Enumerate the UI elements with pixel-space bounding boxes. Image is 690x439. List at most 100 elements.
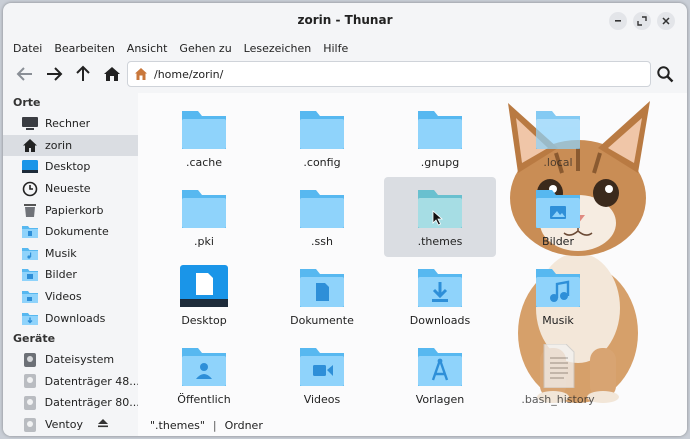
file-item-dokumente[interactable]: Dokumente — [266, 259, 378, 333]
file-item-cache[interactable]: .cache — [148, 101, 260, 175]
maximize-button[interactable] — [633, 12, 651, 30]
file-item-bash-history[interactable]: .bash_history — [502, 338, 614, 412]
folder-videos-icon — [300, 348, 344, 386]
menu-gehen-zu[interactable]: Gehen zu — [179, 42, 231, 55]
title-bar: zorin - Thunar — [3, 3, 687, 37]
sidebar-item-label: zorin — [45, 138, 73, 152]
status-bar: ".themes" | Ordner — [138, 414, 687, 436]
file-item-downloads[interactable]: Downloads — [384, 259, 496, 333]
file-item-label: Videos — [303, 393, 341, 406]
sidebar-item-ventoy[interactable]: Ventoy — [3, 414, 138, 436]
file-item-oeffentlich[interactable]: Öffentlich — [148, 338, 260, 412]
sidebar-item-rechner[interactable]: Rechner — [3, 113, 138, 135]
desktop-icon — [21, 159, 39, 175]
folder-icon — [182, 190, 226, 228]
home-button[interactable] — [100, 62, 124, 86]
up-button[interactable] — [71, 62, 95, 86]
sidebar-item-datentraeger-80[interactable]: Datenträger 80... — [3, 392, 138, 414]
file-item-desktop[interactable]: Desktop — [148, 259, 260, 333]
maximize-icon — [637, 16, 647, 26]
folder-documents-icon — [300, 269, 344, 307]
file-item-label: .cache — [185, 156, 223, 169]
sidebar-item-label: Rechner — [45, 117, 91, 131]
status-selection: ".themes" — [150, 418, 205, 432]
file-item-label: .bash_history — [521, 393, 595, 406]
sidebar-item-musik[interactable]: Musik — [3, 243, 138, 265]
file-item-ssh[interactable]: .ssh — [266, 180, 378, 254]
sidebar-item-label: Bilder — [45, 268, 77, 282]
file-item-label: Bilder — [542, 235, 574, 248]
drive-icon — [21, 373, 39, 389]
sidebar-item-neueste[interactable]: Neueste — [3, 178, 138, 200]
sidebar-item-bilder[interactable]: Bilder — [3, 264, 138, 286]
location-path: /home/zorin/ — [154, 67, 224, 81]
file-item-vorlagen[interactable]: Vorlagen — [384, 338, 496, 412]
minimize-button[interactable] — [609, 12, 627, 30]
sidebar-item-label: Desktop — [45, 160, 91, 174]
devices-header: Geräte — [13, 331, 56, 345]
forward-button[interactable] — [42, 62, 66, 86]
folder-videos-icon — [21, 289, 39, 305]
file-item-label: .config — [303, 156, 341, 169]
location-bar[interactable]: /home/zorin/ — [127, 61, 651, 87]
sidebar-item-zorin[interactable]: zorin — [3, 134, 138, 157]
text-file-icon — [543, 344, 575, 388]
folder-pictures-icon — [536, 190, 580, 228]
toolbar: /home/zorin/ — [3, 59, 687, 91]
sidebar-item-label: Datenträger 48... — [44, 374, 138, 388]
sidebar-item-desktop[interactable]: Desktop — [3, 156, 138, 178]
menu-ansicht[interactable]: Ansicht — [127, 42, 168, 55]
sidebar-item-label: Dokumente — [45, 225, 109, 239]
eject-icon[interactable] — [97, 418, 109, 431]
file-item-config[interactable]: .config — [266, 101, 378, 175]
folder-public-icon — [182, 348, 226, 386]
arrow-right-icon — [47, 67, 63, 81]
file-item-themes[interactable]: .themes — [384, 177, 496, 257]
file-item-label: Vorlagen — [415, 393, 465, 406]
menu-bearbeiten[interactable]: Bearbeiten — [54, 42, 114, 55]
mouse-cursor-icon — [432, 210, 444, 226]
drive-icon — [21, 395, 39, 411]
file-item-local[interactable]: .local — [502, 101, 614, 175]
trash-icon — [21, 202, 39, 218]
sidebar-item-papierkorb[interactable]: Papierkorb — [3, 199, 138, 221]
sidebar-item-dateisystem[interactable]: Dateisystem — [3, 349, 138, 371]
drive-icon — [21, 352, 39, 368]
arrow-left-icon — [16, 67, 32, 81]
menu-lesezeichen[interactable]: Lesezeichen — [244, 42, 312, 55]
status-separator: | — [212, 418, 217, 432]
sidebar-item-datentraeger-48[interactable]: Datenträger 48... — [3, 371, 138, 393]
menu-hilfe[interactable]: Hilfe — [323, 42, 348, 55]
status-type: Ordner — [224, 418, 263, 432]
file-item-label: .pki — [194, 235, 214, 248]
computer-icon — [21, 116, 39, 132]
sidebar-item-label: Papierkorb — [45, 203, 104, 217]
sidebar-item-label: Dateisystem — [45, 353, 115, 367]
folder-icon — [300, 190, 344, 228]
sidebar-item-label: Downloads — [45, 311, 106, 325]
sidebar: Orte Rechner zorin Desktop Neueste Papie… — [3, 93, 138, 436]
file-item-pki[interactable]: .pki — [148, 180, 260, 254]
home-icon — [104, 67, 120, 81]
desktop-icon — [180, 265, 228, 307]
file-item-gnupg[interactable]: .gnupg — [384, 101, 496, 175]
places-header: Orte — [13, 96, 41, 109]
clock-icon — [21, 181, 39, 197]
back-button[interactable] — [13, 62, 37, 86]
arrow-up-icon — [76, 65, 90, 81]
folder-icon — [182, 111, 226, 149]
file-item-videos[interactable]: Videos — [266, 338, 378, 412]
file-item-label: .themes — [417, 235, 463, 248]
sidebar-item-dokumente[interactable]: Dokumente — [3, 221, 138, 243]
folder-templates-icon — [418, 348, 462, 386]
sidebar-item-label: Datenträger 80... — [44, 396, 138, 410]
search-button[interactable] — [653, 62, 677, 86]
sidebar-item-downloads[interactable]: Downloads — [3, 307, 138, 329]
home-folder-icon — [135, 68, 147, 80]
sidebar-item-videos[interactable]: Videos — [3, 286, 138, 308]
file-item-musik[interactable]: Musik — [502, 259, 614, 333]
close-button[interactable] — [657, 12, 675, 30]
home-icon — [21, 137, 39, 153]
menu-datei[interactable]: Datei — [13, 42, 42, 55]
file-item-bilder[interactable]: Bilder — [502, 180, 614, 254]
